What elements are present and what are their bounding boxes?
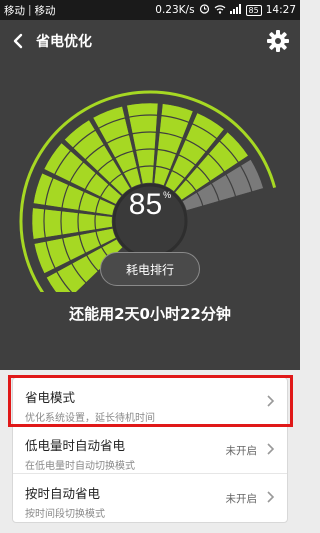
battery-percent-value: 85 bbox=[128, 188, 163, 221]
chevron-right-icon bbox=[267, 491, 275, 503]
signal-icon bbox=[229, 3, 242, 17]
status-bar: 移动 | 移动 0.23K/s 85 14:27 bbox=[0, 0, 300, 20]
carrier-1: 移动 bbox=[4, 4, 25, 17]
list-item-scheduled-auto-save[interactable]: 按时自动省电 按时间段切换模式 未开启 bbox=[13, 474, 287, 522]
network-speed: 0.23K/s bbox=[155, 4, 195, 16]
gear-icon bbox=[267, 30, 289, 52]
list-item-power-saving-mode[interactable]: 省电模式 优化系统设置，延长待机时间 bbox=[13, 378, 287, 426]
chevron-right-icon bbox=[267, 395, 275, 407]
list-item-subtitle: 在低电量时自动切换模式 bbox=[25, 461, 135, 472]
list-item-subtitle: 优化系统设置，延长待机时间 bbox=[25, 413, 155, 424]
remaining-time: 还能用2天0小时22分钟 bbox=[69, 305, 231, 323]
clock: 14:27 bbox=[265, 4, 296, 16]
list-item-low-battery-auto-save[interactable]: 低电量时自动省电 在低电量时自动切换模式 未开启 bbox=[13, 426, 287, 474]
percent-symbol: % bbox=[163, 190, 172, 200]
back-button[interactable] bbox=[0, 20, 36, 62]
carrier-2: 移动 bbox=[34, 4, 56, 17]
battery-icon: 85 bbox=[245, 4, 262, 16]
battery-overview-panel: 省电优化 85% 耗电排行 还能用2天0小时22分钟 bbox=[0, 20, 300, 370]
back-arrow-icon bbox=[13, 33, 23, 49]
power-ranking-button[interactable]: 耗电排行 bbox=[100, 252, 200, 286]
status-label: 未开启 bbox=[225, 493, 258, 505]
chevron-right-icon bbox=[267, 443, 275, 455]
list-item-title: 省电模式 bbox=[25, 390, 76, 405]
alarm-icon bbox=[199, 3, 210, 17]
list-item-subtitle: 按时间段切换模式 bbox=[25, 509, 105, 520]
status-label: 未开启 bbox=[225, 445, 258, 457]
power-settings-list: 省电模式 优化系统设置，延长待机时间 低电量时自动省电 在低电量时自动切换模式 … bbox=[12, 377, 288, 523]
carrier-separator: | bbox=[28, 4, 32, 16]
battery-percentage: 85% bbox=[0, 188, 300, 222]
title-bar: 省电优化 bbox=[0, 20, 300, 62]
settings-button[interactable] bbox=[266, 29, 290, 53]
wifi-icon bbox=[214, 4, 226, 17]
page-title: 省电优化 bbox=[36, 34, 92, 50]
